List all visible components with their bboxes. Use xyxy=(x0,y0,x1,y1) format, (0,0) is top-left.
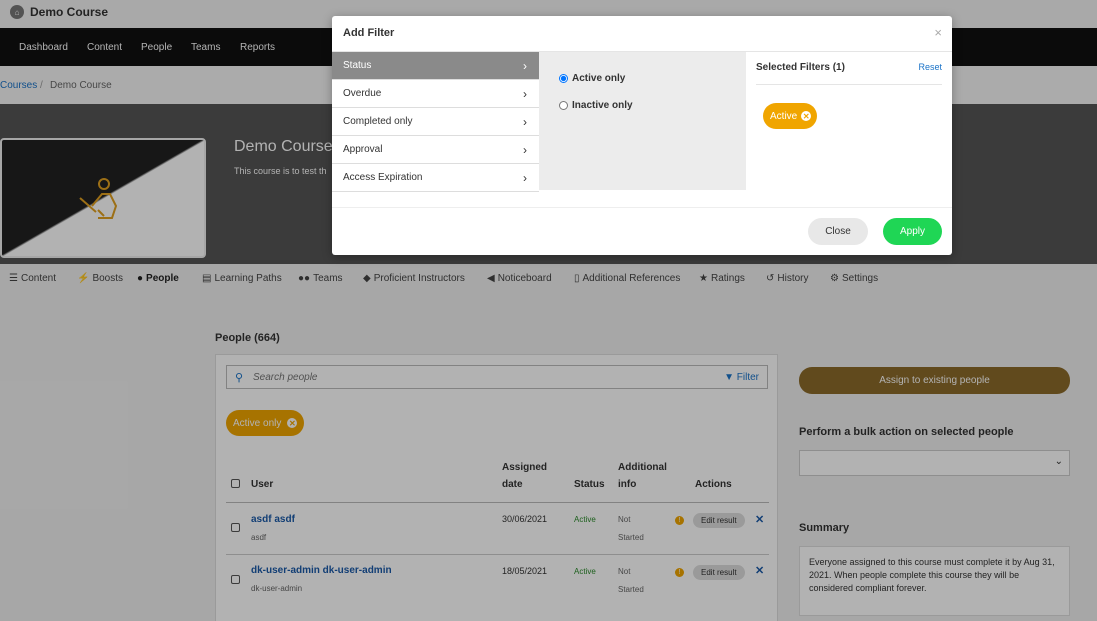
chevron-right-icon: › xyxy=(523,171,527,185)
filter-categories: Status › Overdue › Completed only › Approva… xyxy=(332,52,539,208)
category-label: Approval xyxy=(343,144,383,155)
chevron-right-icon: › xyxy=(523,143,527,157)
inactive-only-radio[interactable] xyxy=(559,101,568,110)
option-label: Inactive only xyxy=(572,100,633,111)
option-active-only[interactable]: Active only xyxy=(559,73,625,84)
category-label: Completed only xyxy=(343,116,413,127)
dialog-footer: Close Apply xyxy=(332,207,952,255)
dialog-body: Status › Overdue › Completed only › Approva… xyxy=(332,51,952,207)
chip-label: Active xyxy=(770,110,798,122)
add-filter-dialog: Add Filter × Status › Overdue › Completed … xyxy=(332,16,952,255)
apply-button[interactable]: Apply xyxy=(883,218,942,245)
filter-options: Active only Inactive only xyxy=(539,52,746,190)
close-button[interactable]: Close xyxy=(808,218,868,245)
category-label: Overdue xyxy=(343,88,382,99)
chevron-right-icon: › xyxy=(523,59,527,73)
category-label: Status xyxy=(343,60,372,71)
selected-filter-chip[interactable]: Active ✕ xyxy=(763,103,818,129)
dialog-title: Add Filter xyxy=(343,27,395,39)
selected-filters: Selected Filters (1) Reset Active ✕ xyxy=(746,52,952,208)
category-label: Access Expiration xyxy=(343,172,423,183)
category-completed-only[interactable]: Completed only › xyxy=(332,108,539,136)
reset-link[interactable]: Reset xyxy=(918,62,942,72)
chevron-right-icon: › xyxy=(523,87,527,101)
remove-filter-icon[interactable]: ✕ xyxy=(801,111,812,121)
category-access-expiration[interactable]: Access Expiration › xyxy=(332,164,539,192)
category-approval[interactable]: Approval › xyxy=(332,136,539,164)
selected-divider xyxy=(756,84,942,85)
active-only-radio[interactable] xyxy=(559,74,568,83)
option-inactive-only[interactable]: Inactive only xyxy=(559,100,633,111)
category-overdue[interactable]: Overdue › xyxy=(332,80,539,108)
selected-filters-title: Selected Filters (1) xyxy=(756,62,845,73)
close-icon[interactable]: × xyxy=(934,25,942,40)
option-label: Active only xyxy=(572,73,626,84)
category-status[interactable]: Status › xyxy=(332,52,539,80)
chevron-right-icon: › xyxy=(523,115,527,129)
